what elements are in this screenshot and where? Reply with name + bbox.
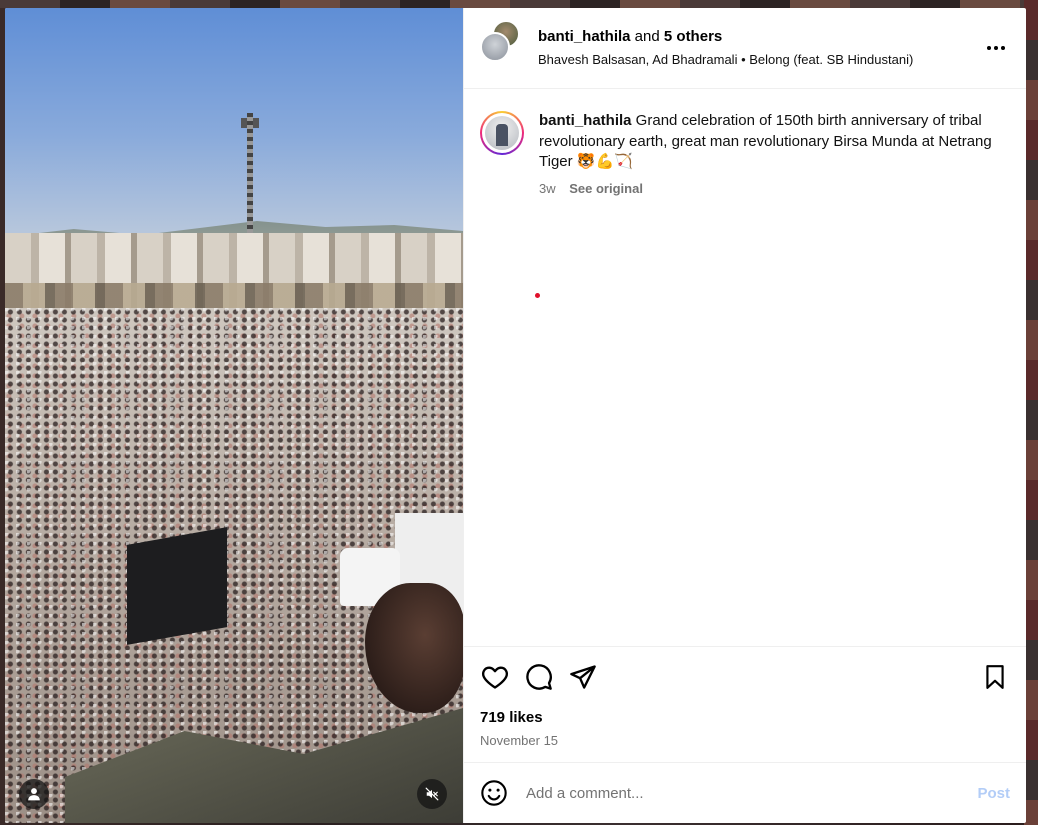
post-details-panel: banti_hathila and 5 others Bhavesh Balsa… (463, 8, 1026, 823)
subtitle-separator: • (737, 51, 750, 67)
caption-block: banti_hathila Grand celebration of 150th… (539, 111, 1010, 196)
muted-speaker-icon (425, 787, 439, 801)
tagged-users-button[interactable] (19, 779, 49, 809)
post-actions: 719 likes November 15 (464, 646, 1026, 762)
share-button[interactable] (568, 662, 598, 692)
mute-button[interactable] (417, 779, 447, 809)
caption-meta: 3w See original (539, 181, 1010, 196)
story-ring-inner (482, 113, 522, 153)
others-link[interactable]: 5 others (664, 28, 722, 45)
post-date[interactable]: November 15 (480, 733, 1010, 748)
avatar[interactable] (480, 32, 510, 62)
authors-joiner: and (630, 28, 664, 46)
backdrop-feed-right (1024, 0, 1038, 825)
post-age[interactable]: 3w (539, 181, 556, 196)
likes-count[interactable]: 719 likes (480, 709, 1010, 726)
post-caption: banti_hathila Grand celebration of 150th… (539, 111, 1010, 173)
caption-username[interactable]: banti_hathila (539, 112, 632, 129)
author-username[interactable]: banti_hathila (538, 28, 631, 45)
see-original-link[interactable]: See original (569, 181, 643, 196)
share-icon (570, 665, 596, 689)
post-subtitle: Bhavesh Balsasan, Ad Bhadramali • Belong… (538, 52, 982, 69)
backdrop-feed-top (0, 0, 1038, 8)
action-icons (480, 661, 1010, 693)
avatar (485, 116, 519, 150)
audio-track-link[interactable]: Belong (feat. SB Hindustani) (749, 52, 913, 67)
heart-icon (482, 666, 508, 689)
comment-icon (526, 664, 552, 690)
comment-form: Post (464, 762, 1026, 823)
video-sky (5, 8, 463, 238)
post-header: banti_hathila and 5 others Bhavesh Balsa… (464, 8, 1026, 89)
emoji-button[interactable] (480, 779, 508, 807)
save-button[interactable] (980, 662, 1010, 692)
header-text: banti_hathila and 5 others Bhavesh Balsa… (538, 27, 982, 68)
comment-input[interactable] (526, 784, 978, 802)
comment-button[interactable] (524, 662, 554, 692)
caption-avatar[interactable] (480, 111, 524, 155)
collaborators[interactable]: Bhavesh Balsasan, Ad Bhadramali (538, 52, 737, 67)
video-tower (247, 113, 253, 233)
emoji-icon (481, 780, 507, 806)
comments-area[interactable]: banti_hathila Grand celebration of 150th… (464, 89, 1026, 646)
notification-dot (535, 293, 540, 298)
post-video[interactable] (5, 8, 463, 823)
post-modal: banti_hathila and 5 others Bhavesh Balsa… (5, 8, 1026, 823)
caption-row: banti_hathila Grand celebration of 150th… (480, 111, 1010, 196)
like-button[interactable] (480, 662, 510, 692)
more-options-button[interactable] (982, 34, 1010, 62)
collab-avatars[interactable] (480, 20, 520, 68)
more-options-icon (987, 46, 1005, 50)
post-comment-button[interactable]: Post (977, 785, 1010, 802)
user-icon (28, 788, 40, 801)
video-screen (127, 527, 227, 645)
bookmark-icon (986, 665, 1004, 689)
post-authors: banti_hathila and 5 others (538, 27, 982, 47)
